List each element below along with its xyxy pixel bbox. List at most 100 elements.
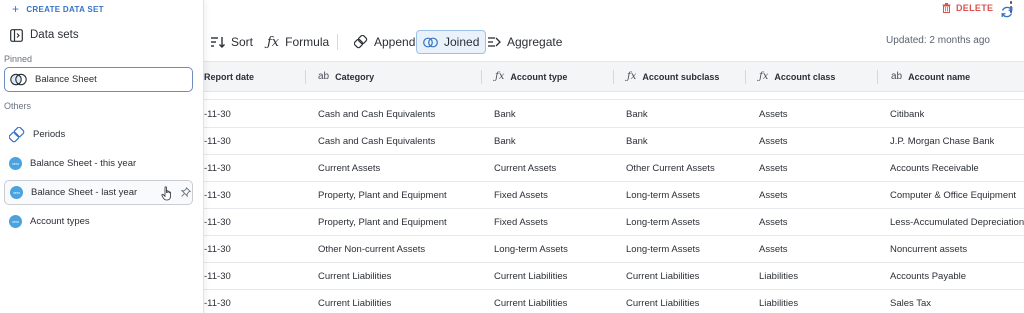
cell-category: Cash and Cash Equivalents — [318, 136, 436, 147]
cell-account-type: Current Liabilities — [494, 271, 568, 282]
cell-account-subclass: Long-term Assets — [626, 244, 700, 255]
data-set-item-balance-sheet-this-year[interactable]: xero Balance Sheet - this year — [4, 151, 193, 176]
cell-account-subclass: Current Liabilities — [626, 298, 700, 309]
append-icon — [9, 126, 25, 142]
cell-account-type: Fixed Assets — [494, 217, 548, 228]
plus-icon: + — [12, 2, 20, 16]
cell-account-subclass: Long-term Assets — [626, 217, 700, 228]
create-data-set-button[interactable]: + CREATE DATA SET — [12, 2, 104, 16]
collapse-panel-icon[interactable] — [10, 28, 23, 42]
aggregate-icon — [488, 37, 501, 47]
updated-status: Updated: 2 months ago — [886, 35, 990, 46]
trash-icon — [942, 3, 951, 13]
cell-account-subclass: Bank — [626, 109, 648, 120]
cell-account-type: Current Assets — [494, 163, 557, 174]
cell-category: Other Non-current Assets — [318, 244, 426, 255]
aggregate-button[interactable]: Aggregate — [482, 30, 568, 54]
data-set-label: Account types — [30, 216, 90, 227]
data-set-label: Balance Sheet - this year — [30, 158, 137, 169]
data-set-label: Balance Sheet — [35, 74, 97, 85]
cell-account-name: Citibank — [890, 109, 925, 120]
column-resize-handle[interactable] — [613, 70, 614, 84]
joined-button[interactable]: Joined — [416, 30, 487, 54]
column-label: Report date — [204, 71, 255, 82]
cell-account-subclass: Bank — [626, 136, 648, 147]
append-label: Append — [374, 35, 416, 49]
sort-icon — [211, 37, 225, 48]
cell-account-type: Fixed Assets — [494, 190, 548, 201]
formula-label: Formula — [285, 35, 330, 49]
cell-category: Current Liabilities — [318, 271, 392, 282]
cell-account-class: Assets — [759, 136, 788, 147]
cell-account-type: Current Liabilities — [494, 298, 568, 309]
cell-report-date: -11-30 — [204, 190, 231, 201]
formula-type-icon: ƒx — [627, 71, 637, 82]
joined-icon — [10, 73, 27, 86]
cell-report-date: -11-30 — [204, 217, 231, 228]
sort-label: Sort — [231, 35, 254, 49]
text-type-icon: ab — [891, 71, 903, 82]
data-sets-panel: + CREATE DATA SET Data sets Pinned Balan… — [0, 0, 204, 313]
column-label: Account subclass — [642, 71, 720, 82]
column-header-account-class[interactable]: ƒx Account class — [759, 62, 835, 91]
column-resize-handle[interactable] — [481, 70, 482, 84]
formula-type-icon: ƒx — [759, 71, 769, 82]
cell-report-date: -11-30 — [204, 271, 231, 282]
cell-account-name: J.P. Morgan Chase Bank — [890, 136, 995, 147]
column-header-account-name[interactable]: ab Account name — [891, 62, 970, 91]
cell-account-name: Noncurrent assets — [890, 244, 968, 255]
pin-icon[interactable] — [181, 187, 191, 198]
cell-account-subclass: Current Liabilities — [626, 271, 700, 282]
refresh-icon[interactable] — [1000, 5, 1014, 19]
cell-account-name: Computer & Office Equipment — [890, 190, 1017, 201]
cell-report-date: -11-30 — [204, 298, 231, 309]
xero-icon: xero — [9, 157, 22, 170]
append-button[interactable]: Append — [348, 30, 421, 54]
data-set-item-account-types[interactable]: xero Account types — [4, 209, 193, 234]
text-type-icon: ab — [318, 71, 330, 82]
hand-cursor-icon — [161, 186, 171, 201]
cell-category: Current Liabilities — [318, 298, 392, 309]
cell-report-date: -11-30 — [204, 244, 231, 255]
cell-account-type: Bank — [494, 109, 516, 120]
sort-button[interactable]: Sort — [205, 30, 259, 54]
cell-account-name: Accounts Payable — [890, 271, 967, 282]
toolbar: Sort ƒx Formula Append Joined Aggregate … — [205, 30, 1024, 54]
column-label: Category — [335, 71, 375, 82]
cell-account-class: Assets — [759, 244, 788, 255]
joined-label: Joined — [444, 35, 480, 49]
cell-account-type: Bank — [494, 136, 516, 147]
xero-icon: xero — [9, 215, 22, 228]
formula-icon: ƒx — [267, 34, 280, 50]
cell-account-class: Assets — [759, 217, 788, 228]
column-header-account-type[interactable]: ƒx Account type — [495, 62, 567, 91]
column-label: Account type — [510, 71, 568, 82]
cell-account-subclass: Other Current Assets — [626, 163, 715, 174]
cell-report-date: -11-30 — [204, 163, 231, 174]
cell-account-name: Accounts Receivable — [890, 163, 979, 174]
column-resize-handle[interactable] — [305, 70, 306, 84]
cell-account-class: Assets — [759, 190, 788, 201]
create-data-set-label: CREATE DATA SET — [26, 4, 104, 14]
column-header-category[interactable]: ab Category — [318, 62, 374, 91]
aggregate-label: Aggregate — [507, 35, 563, 49]
column-resize-handle[interactable] — [877, 70, 878, 84]
formula-button[interactable]: ƒx Formula — [261, 30, 335, 54]
delete-button[interactable]: DELETE — [942, 1, 993, 15]
data-set-label: Periods — [33, 129, 66, 140]
others-section-label: Others — [4, 101, 32, 111]
cell-account-class: Assets — [759, 109, 788, 120]
column-resize-handle[interactable] — [745, 70, 746, 84]
pinned-section-label: Pinned — [4, 54, 33, 64]
toolbar-divider — [337, 34, 338, 50]
cell-account-class: Liabilities — [759, 298, 799, 309]
data-set-item-balance-sheet[interactable]: Balance Sheet — [4, 67, 193, 92]
cell-account-type: Long-term Assets — [494, 244, 568, 255]
delete-label: DELETE — [956, 3, 994, 13]
cell-category: Property, Plant and Equipment — [318, 190, 447, 201]
data-set-item-periods[interactable]: Periods — [4, 122, 193, 147]
column-header-account-subclass[interactable]: ƒx Account subclass — [627, 62, 719, 91]
column-header-report-date[interactable]: Report date — [204, 62, 254, 91]
data-set-item-balance-sheet-last-year[interactable]: xero Balance Sheet - last year — [4, 180, 193, 205]
cell-report-date: -11-30 — [204, 109, 231, 120]
